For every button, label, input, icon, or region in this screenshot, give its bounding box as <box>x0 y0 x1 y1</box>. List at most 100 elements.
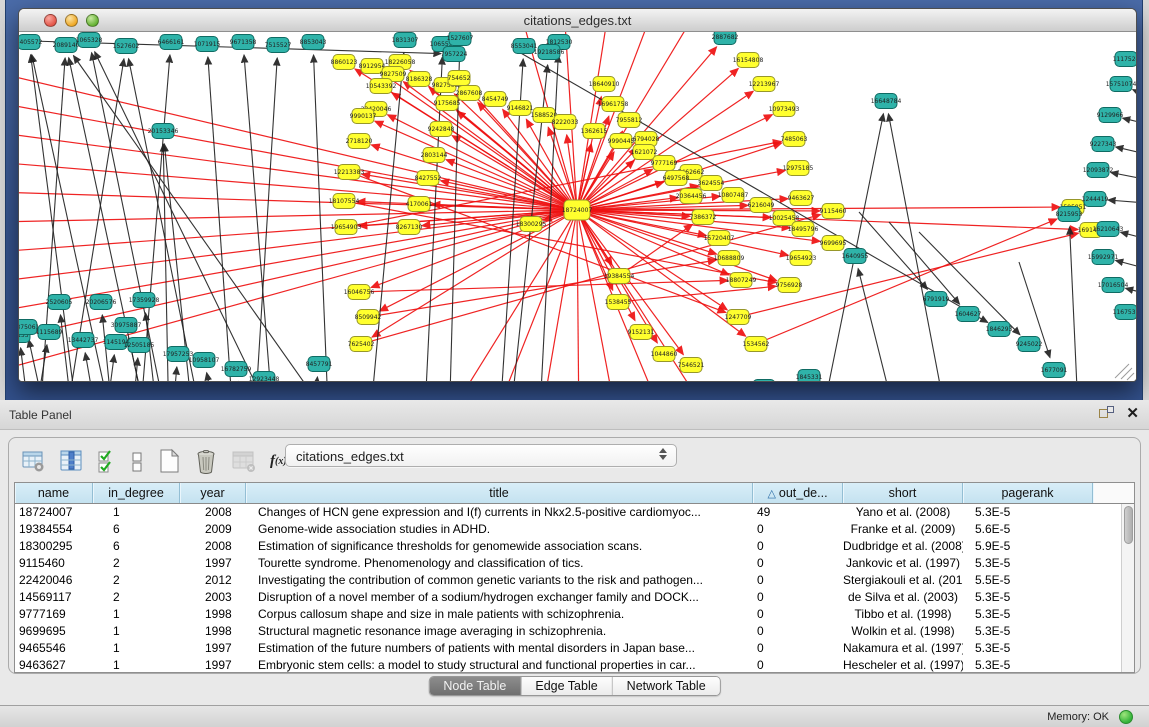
table-row[interactable]: 969969511998Structural magnetic resonanc… <box>15 623 1134 640</box>
table-settings-button[interactable] <box>21 449 46 474</box>
table-cell[interactable]: de Silva et al. (2003) <box>843 589 963 606</box>
citation-network-graph[interactable]: 1872400788601238912954182260589827509105… <box>19 32 1136 381</box>
graph-node[interactable]: 9756928 <box>776 278 803 293</box>
table-cell[interactable]: 5.5E-5 <box>963 572 1093 589</box>
graph-node[interactable]: 18300295 <box>516 217 547 232</box>
table-cell[interactable]: 0 <box>753 640 843 657</box>
delete-table-button[interactable] <box>194 448 218 474</box>
table-cell[interactable]: 5.3E-5 <box>963 555 1093 572</box>
table-cell[interactable]: 49 <box>753 504 843 521</box>
table-cell[interactable]: 2 <box>93 572 180 589</box>
table-cell[interactable]: Nakamura et al. (1997) <box>843 640 963 657</box>
graph-node[interactable]: 8457791 <box>306 357 333 372</box>
graph-node[interactable]: 9152131 <box>628 325 655 340</box>
float-panel-icon[interactable] <box>1099 406 1114 421</box>
graph-node[interactable]: 6497568 <box>663 171 690 186</box>
table-row[interactable]: 1456911722003Disruption of a novel membe… <box>15 589 1134 606</box>
graph-node[interactable]: 9463627 <box>788 191 815 206</box>
graph-node[interactable]: 10807487 <box>718 188 749 203</box>
table-cell[interactable]: 9699695 <box>15 623 93 640</box>
table-cell[interactable]: 0 <box>753 623 843 640</box>
graph-node[interactable]: 4170061 <box>406 197 433 212</box>
graph-node[interactable]: 9777169 <box>651 156 678 171</box>
table-cell[interactable]: 9465546 <box>15 640 93 657</box>
graph-node[interactable]: 12213967 <box>749 77 780 92</box>
graph-node[interactable]: 1362615 <box>581 124 608 139</box>
graph-node[interactable]: 10688809 <box>714 251 745 266</box>
graph-node[interactable]: 9146821 <box>507 101 534 116</box>
table-cell[interactable]: Tibbo et al. (1998) <box>843 606 963 623</box>
graph-node[interactable]: 9699695 <box>820 236 847 251</box>
graph-node[interactable]: 7955812 <box>616 113 643 128</box>
network-window-titlebar[interactable]: citations_edges.txt <box>19 9 1136 32</box>
graph-node[interactable]: 7485063 <box>781 132 808 147</box>
graph-node[interactable]: 2718120 <box>346 134 373 149</box>
graph-node[interactable]: 1405572 <box>19 35 43 50</box>
graph-node[interactable]: 1115689 <box>36 325 63 340</box>
table-cell[interactable]: 0 <box>753 572 843 589</box>
graph-node[interactable]: 9671358 <box>230 35 257 50</box>
network-window[interactable]: citations_edges.txt 18724007886012389129… <box>18 8 1137 382</box>
table-cell[interactable]: 1 <box>93 606 180 623</box>
table-cell[interactable]: 1998 <box>180 623 246 640</box>
graph-node[interactable]: 10543392 <box>366 79 397 94</box>
graph-node[interactable]: 15992971 <box>1088 250 1119 265</box>
graph-node[interactable]: 6791919 <box>923 292 950 307</box>
graph-node[interactable]: 9115460 <box>820 204 847 219</box>
table-cell[interactable]: 9777169 <box>15 606 93 623</box>
table-cell[interactable]: 9115460 <box>15 555 93 572</box>
graph-node[interactable]: 16782759 <box>221 362 252 377</box>
graph-node[interactable]: 1117524 <box>1113 52 1136 67</box>
column-header-pagerank[interactable]: pagerank <box>963 483 1093 503</box>
graph-node[interactable]: 2803144 <box>421 148 448 163</box>
table-cell[interactable]: 18300295 <box>15 538 93 555</box>
clear-selection-button[interactable] <box>130 449 144 474</box>
table-cell[interactable]: Dudbridge et al. (2008) <box>843 538 963 555</box>
graph-node[interactable]: 7625402 <box>348 337 375 352</box>
graph-node[interactable]: 6216049 <box>748 198 775 213</box>
table-row[interactable]: 2242004622012Investigating the contribut… <box>15 572 1134 589</box>
graph-node[interactable]: 15751074 <box>1106 77 1136 92</box>
graph-node[interactable]: 15720407 <box>704 231 735 246</box>
table-cell[interactable]: 1 <box>93 623 180 640</box>
table-cell[interactable]: 0 <box>753 521 843 538</box>
graph-node[interactable]: 9175685 <box>434 96 461 111</box>
table-cell[interactable]: Wolkin et al. (1998) <box>843 623 963 640</box>
table-cell[interactable]: 1 <box>93 657 180 672</box>
table-cell[interactable]: 0 <box>753 657 843 672</box>
table-cell[interactable]: 0 <box>753 589 843 606</box>
window-resize-grip[interactable] <box>1115 364 1129 378</box>
graph-node[interactable]: 9990137 <box>350 109 377 124</box>
table-row[interactable]: 946554611997Estimation of the future num… <box>15 640 1134 657</box>
graph-node[interactable]: 1247709 <box>725 310 752 325</box>
graph-node[interactable]: 754652 <box>448 71 471 86</box>
scrollbar-thumb[interactable] <box>1124 506 1133 544</box>
table-cell[interactable]: Jankovic et al. (1997) <box>843 555 963 572</box>
table-row[interactable]: 1938455462009Genome-wide association stu… <box>15 521 1134 538</box>
graph-node[interactable]: 9227343 <box>1090 137 1117 152</box>
table-cell[interactable]: 6 <box>93 538 180 555</box>
graph-node[interactable]: 2887682 <box>712 32 739 45</box>
vertical-scrollbar[interactable] <box>1121 504 1134 672</box>
tab-network-table[interactable]: Network Table <box>613 677 720 695</box>
table-cell[interactable]: Tourette syndrome. Phenomenology and cla… <box>246 555 753 572</box>
graph-node[interactable]: 12093872 <box>1083 163 1114 178</box>
table-cell[interactable]: Investigating the contribution of common… <box>246 572 753 589</box>
table-cell[interactable]: 5.6E-5 <box>963 521 1093 538</box>
window-resize-grip[interactable] <box>1127 373 1134 380</box>
table-cell[interactable]: 2003 <box>180 589 246 606</box>
graph-node[interactable]: 8427552 <box>415 171 442 186</box>
table-cell[interactable]: 2008 <box>180 538 246 555</box>
table-cell[interactable]: Stergiakouli et al. (2012) <box>843 572 963 589</box>
table-cell[interactable]: Structural magnetic resonance image aver… <box>246 623 753 640</box>
column-header-title[interactable]: title <box>246 483 753 503</box>
table-cell[interactable]: 5.3E-5 <box>963 623 1093 640</box>
tab-node-table[interactable]: Node Table <box>429 677 521 695</box>
table-cell[interactable]: Embryonic stem cells: a model to study s… <box>246 657 753 672</box>
table-cell[interactable]: 0 <box>753 606 843 623</box>
table-row[interactable]: 946362711997Embryonic stem cells: a mode… <box>15 657 1134 672</box>
table-cell[interactable]: 5.3E-5 <box>963 589 1093 606</box>
table-cell[interactable]: 0 <box>753 555 843 572</box>
graph-node[interactable]: 13442737 <box>68 333 99 348</box>
graph-node[interactable]: 1604627 <box>955 307 982 322</box>
